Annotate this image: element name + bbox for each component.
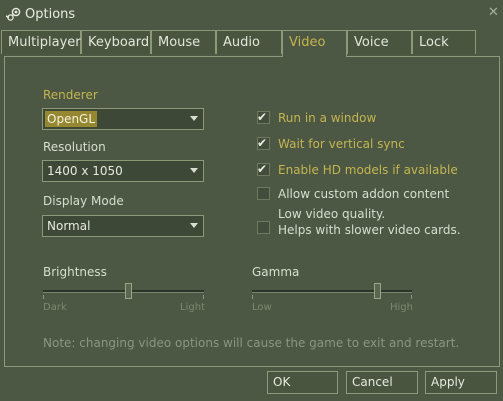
brightness-max-label: Light (180, 302, 205, 313)
display-mode-dropdown[interactable]: Normal (42, 215, 204, 237)
title-bar: Options ✕ (0, 0, 503, 29)
tab-label: Mouse (158, 35, 201, 50)
tab-mouse[interactable]: Mouse (151, 30, 216, 54)
cancel-button[interactable]: Cancel (346, 371, 418, 394)
run-in-window-label: Run in a window (278, 111, 377, 125)
renderer-dropdown[interactable]: OpenGL (42, 108, 204, 130)
tab-label: Voice (354, 35, 389, 50)
close-button[interactable]: ✕ (487, 6, 500, 20)
tab-lock[interactable]: Lock (412, 30, 476, 54)
tab-label: Audio (223, 35, 260, 50)
display-mode-value: Normal (47, 219, 91, 233)
close-icon: ✕ (488, 5, 499, 20)
tab-video[interactable]: Video (282, 30, 347, 57)
brightness-thumb[interactable] (125, 283, 133, 299)
chevron-down-icon (190, 223, 198, 228)
slider-tick (252, 295, 253, 299)
hd-models-label: Enable HD models if available (278, 163, 458, 177)
brightness-track (43, 290, 204, 293)
chevron-down-icon (190, 116, 198, 121)
apply-button[interactable]: Apply (425, 371, 497, 394)
tab-label: Keyboard (88, 35, 150, 50)
custom-addon-checkbox[interactable] (257, 187, 270, 200)
slider-tick (203, 295, 204, 299)
tab-multiplayer[interactable]: Multiplayer (1, 30, 81, 54)
resolution-value: 1400 x 1050 (47, 164, 123, 178)
video-options-panel (4, 56, 500, 367)
restart-note: Note: changing video options will cause … (43, 336, 460, 350)
vsync-checkbox[interactable]: ✔ (257, 136, 270, 150)
run-in-window-checkbox[interactable]: ✔ (257, 110, 270, 124)
display-mode-label: Display Mode (43, 194, 124, 208)
tab-voice[interactable]: Voice (347, 30, 412, 54)
gamma-min-label: Low (252, 302, 272, 313)
custom-addon-label: Allow custom addon content (278, 187, 450, 201)
check-icon: ✔ (257, 136, 268, 150)
brightness-min-label: Dark (43, 302, 67, 313)
check-icon: ✔ (257, 162, 268, 176)
renderer-value: OpenGL (45, 111, 98, 127)
slider-tick (411, 295, 412, 299)
gamma-label: Gamma (252, 265, 300, 279)
vsync-label: Wait for vertical sync (278, 137, 405, 151)
hd-models-checkbox[interactable]: ✔ (257, 162, 270, 176)
steam-logo-icon (6, 7, 21, 21)
gamma-max-label: High (390, 302, 413, 313)
tab-audio[interactable]: Audio (216, 30, 282, 54)
slider-tick (43, 295, 44, 299)
low-quality-label: Low video quality. (278, 207, 386, 221)
resolution-dropdown[interactable]: 1400 x 1050 (42, 160, 204, 182)
low-quality-checkbox[interactable] (257, 221, 270, 234)
low-quality-label-line2: Helps with slower video cards. (278, 223, 461, 237)
chevron-down-icon (190, 168, 198, 173)
tab-keyboard[interactable]: Keyboard (81, 30, 151, 54)
renderer-label: Renderer (43, 88, 98, 102)
tab-label: Lock (419, 35, 449, 50)
brightness-label: Brightness (43, 265, 107, 279)
gamma-thumb[interactable] (373, 283, 381, 299)
ok-button[interactable]: OK (267, 371, 338, 394)
check-icon: ✔ (257, 110, 268, 124)
tab-label: Video (289, 35, 326, 50)
tab-label: Multiplayer (8, 35, 81, 50)
window-title: Options (25, 7, 76, 22)
gamma-track (252, 290, 412, 293)
resolution-label: Resolution (43, 140, 106, 154)
tab-bar: Multiplayer Keyboard Mouse Audio Video V… (0, 30, 503, 57)
